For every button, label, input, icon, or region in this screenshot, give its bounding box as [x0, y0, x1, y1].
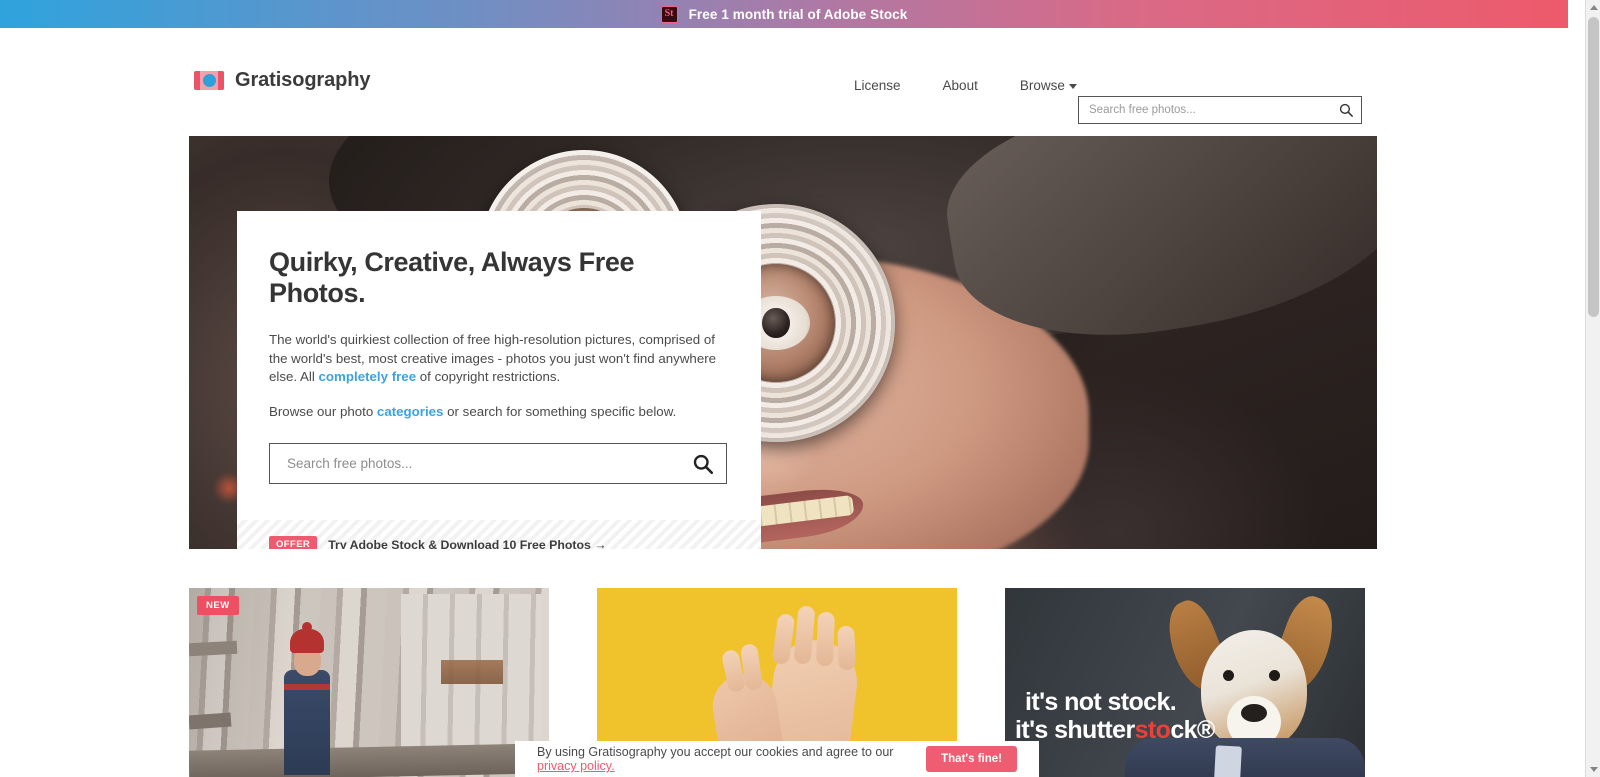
thumb3-dog-nose [1241, 704, 1267, 722]
thumb1-rusty-sign [441, 660, 503, 684]
nav-item-browse-label: Browse [1019, 78, 1065, 93]
new-badge: NEW [197, 596, 239, 615]
hero-search-box[interactable] [269, 443, 727, 484]
scrollbar-down-button[interactable] [1586, 762, 1600, 777]
thumb2-finger-4 [837, 625, 856, 671]
camera-icon [194, 71, 224, 90]
hero-search-input[interactable] [270, 444, 680, 483]
cookie-banner-text-a: By using Gratisography you accept our co… [537, 745, 894, 759]
search-icon [1339, 103, 1353, 117]
categories-link[interactable]: categories [377, 404, 444, 419]
thumb1-ground [189, 743, 549, 777]
thumb3-ad-line-2: it's shutterstock® [1015, 716, 1215, 745]
adobe-stock-promo-bar[interactable]: St Free 1 month trial of Adobe Stock [0, 0, 1568, 28]
thumb3-ad-line-1: it's not stock. [1025, 688, 1177, 716]
cookie-consent-banner: By using Gratisography you accept our co… [515, 741, 1039, 777]
brand-logo-link[interactable]: Gratisography [194, 69, 371, 92]
thumb3-ad-line-2-a: it's shutter [1015, 716, 1135, 744]
offer-link[interactable]: Try Adobe Stock & Download 10 Free Photo… [328, 538, 606, 550]
hero-photo-pupil-right [762, 307, 790, 339]
thumb1-beam-upper [189, 640, 238, 657]
promo-bar-text: Free 1 month trial of Adobe Stock [688, 6, 908, 22]
thumb3-ad-line-2-red: sto [1134, 716, 1171, 744]
hero-paragraph-2: Browse our photo categories or search fo… [269, 403, 729, 422]
page-title: Quirky, Creative, Always Free Photos. [269, 247, 635, 308]
hero-paragraph-2-text-a: Browse our photo [269, 403, 377, 419]
thumb3-dog-eye-right [1269, 670, 1280, 681]
completely-free-link[interactable]: completely free [319, 369, 417, 384]
thumb1-boy-stripe [284, 684, 330, 690]
scrollbar-thumb[interactable] [1588, 17, 1599, 317]
adobe-stock-offer-row[interactable]: OFFER Try Adobe Stock & Download 10 Free… [237, 520, 761, 549]
thumb2-finger-3 [816, 611, 835, 667]
nav-item-about[interactable]: About [939, 72, 982, 99]
hero-search-button[interactable] [680, 444, 726, 483]
page-scroll-container: Gratisography License About Browse Searc… [0, 28, 1568, 777]
thumb3-dog-tie [1214, 745, 1242, 777]
header-search-input[interactable] [1079, 97, 1331, 123]
thumb3-ad-line-2-c: ck [1170, 716, 1197, 744]
nav-item-license[interactable]: License [850, 72, 905, 99]
privacy-policy-link[interactable]: privacy policy. [537, 759, 615, 773]
chevron-up-icon [1589, 5, 1598, 10]
chevron-down-icon [1068, 83, 1077, 89]
header-search-button[interactable] [1331, 97, 1361, 123]
hero-content-card: Quirky, Creative, Always Free Photos. Th… [237, 211, 761, 549]
hero-paragraph-1-text-b: of copyright restrictions. [416, 369, 561, 384]
nav-item-browse[interactable]: Browse [1016, 72, 1081, 99]
hero-section: Quirky, Creative, Always Free Photos. Th… [189, 136, 1377, 549]
scrollbar-up-button[interactable] [1586, 0, 1600, 15]
search-icon [693, 454, 713, 474]
camera-lens-icon [202, 74, 216, 87]
offer-badge: OFFER [269, 536, 318, 549]
brand-name: Gratisography [235, 69, 371, 91]
thumb3-dog-eye-left [1223, 670, 1234, 681]
hero-paragraph-1: The world's quirkiest collection of free… [269, 331, 729, 387]
site-header: Gratisography License About Browse [0, 28, 1568, 134]
page-scrollbar[interactable] [1585, 0, 1600, 777]
header-search-box[interactable] [1078, 96, 1362, 124]
cookie-banner-text: By using Gratisography you accept our co… [537, 745, 912, 773]
cookie-accept-button[interactable]: That's fine! [926, 746, 1017, 772]
photo-thumbnail-shutterstock-ad[interactable]: it's not stock. it's shutterstock® [1005, 588, 1365, 777]
photo-thumbnail-boy-in-red-beanie[interactable]: NEW [189, 588, 549, 777]
main-navigation: License About Browse [850, 72, 1081, 99]
hero-paragraph-2-text-b: or search for something specific below. [443, 403, 677, 419]
adobe-stock-logo-icon: St [660, 5, 678, 23]
thumb1-boy-beanie [290, 622, 324, 653]
thumb1-beam-lower [189, 712, 232, 730]
chevron-down-icon [1589, 767, 1598, 772]
thumb3-ad-line-2-d: ® [1196, 716, 1215, 744]
